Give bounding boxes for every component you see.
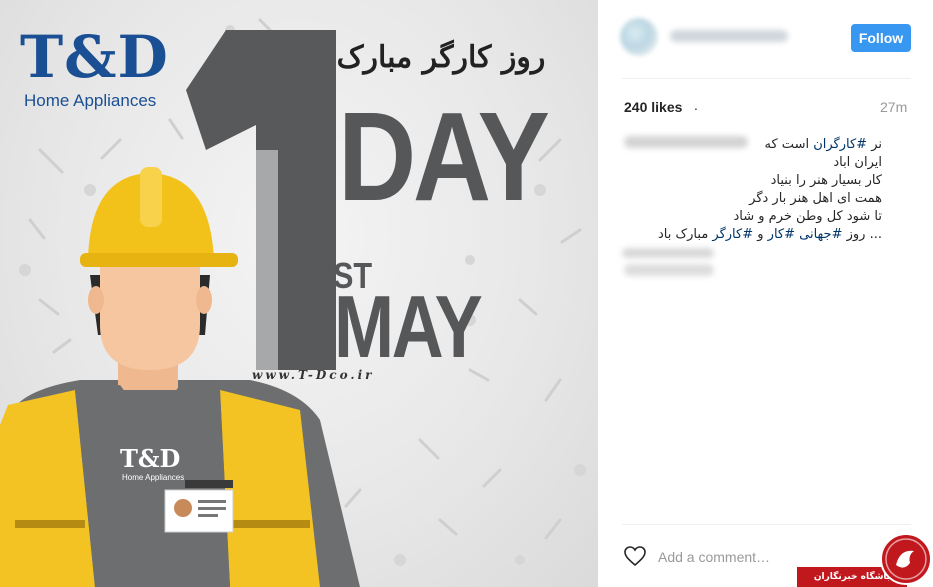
hashtag-link[interactable]: #کارگران [813,137,867,152]
likes-count[interactable]: 240 likes [624,99,682,115]
heart-icon[interactable] [623,545,647,567]
persian-title: روز کارگر مبارک [336,40,546,75]
caption-redacted [622,248,714,258]
post-sidebar: Follow 240 likes . 27m نر #کارگران است ک… [598,0,933,587]
shirt-logo: T&D [120,444,181,473]
shirt-logo-subtitle: Home Appliances [122,473,185,482]
caption-redacted [624,264,714,276]
brand-logo: T&D [20,23,169,91]
caption-text: و [757,227,764,242]
caption-line-2: ایران اباد [833,155,882,170]
post-caption: نر #کارگران است که ایران اباد کار بسیار … [624,136,882,244]
caption-text: مبارک باد [658,227,709,242]
post-image[interactable]: T&D Home Appliances روز کارگر مبارک DAY … [0,0,598,587]
follow-button[interactable]: Follow [851,24,911,52]
hashtag-link[interactable]: #کارگر [712,227,753,242]
caption-text: است که [764,137,810,152]
username-redacted[interactable] [670,30,788,42]
worker-illustration [0,167,360,587]
comment-input[interactable] [658,547,838,567]
caption-text: نر [871,137,882,152]
hashtag-link[interactable]: #جهانی [799,227,842,242]
news-agency-icon [885,538,927,580]
likes-trailing: . [694,97,698,113]
brand-logo-subtitle: Home Appliances [24,91,157,110]
timestamp[interactable]: 27m [880,99,907,115]
caption-line-5: تا شود کل وطن خرم و شاد [733,209,882,224]
hashtag-link[interactable]: #کار [768,227,795,242]
divider [622,524,911,525]
avatar[interactable] [620,18,658,56]
caption-text: ... روز [846,227,882,242]
caption-line-6: ... روز #جهانی #کار و #کارگر مبارک باد [624,226,882,244]
caption-line-3: کار بسیار هنر را بنیاد [770,173,882,188]
watermark-logo [880,533,932,585]
divider [622,78,911,79]
caption-line-4: همت ای اهل هنر بار دگر [749,191,882,206]
caption-line-1: نر #کارگران است که [624,136,882,154]
